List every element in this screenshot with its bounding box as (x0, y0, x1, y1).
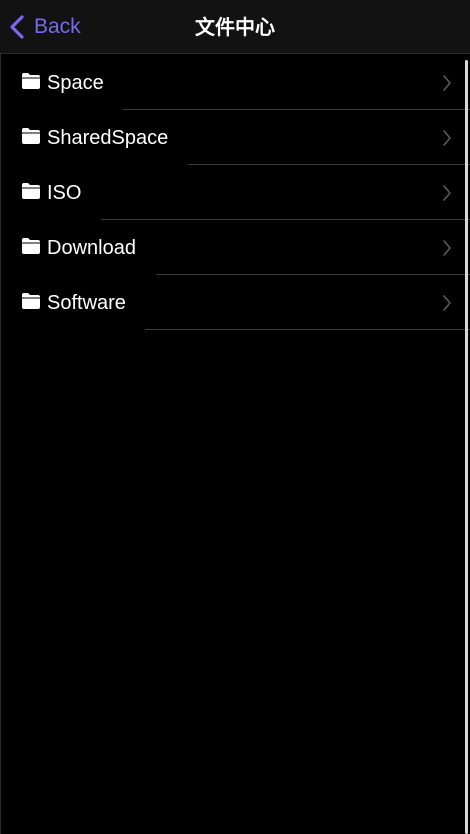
folder-icon (22, 73, 40, 89)
folder-icon (22, 128, 40, 144)
folder-list: Space SharedSpace ISO Download Software (0, 55, 470, 330)
list-item-label: Download (47, 237, 136, 259)
folder-icon (22, 183, 40, 199)
folder-icon (22, 293, 40, 309)
list-item-download[interactable]: Download (0, 220, 470, 275)
list-item-label: SharedSpace (47, 127, 169, 149)
list-item-label: Software (47, 292, 126, 314)
chevron-right-icon (443, 240, 451, 256)
file-center-screen: Back 文件中心 Space SharedSpace ISO Download… (0, 0, 470, 834)
chevron-right-icon (443, 295, 451, 311)
row-separator (145, 329, 470, 330)
navigation-bar: Back 文件中心 (0, 0, 470, 54)
list-item-label: ISO (47, 182, 82, 204)
folder-icon (22, 238, 40, 254)
back-button[interactable]: Back (8, 10, 81, 44)
list-item-space[interactable]: Space (0, 55, 470, 110)
chevron-left-icon (10, 15, 24, 39)
list-item-iso[interactable]: ISO (0, 165, 470, 220)
chevron-right-icon (443, 130, 451, 146)
chevron-right-icon (443, 75, 451, 91)
chevron-right-icon (443, 185, 451, 201)
scrollbar[interactable] (465, 60, 468, 834)
back-button-label: Back (34, 15, 81, 38)
list-item-label: Space (47, 72, 104, 94)
list-item-software[interactable]: Software (0, 275, 470, 330)
list-item-sharedspace[interactable]: SharedSpace (0, 110, 470, 165)
